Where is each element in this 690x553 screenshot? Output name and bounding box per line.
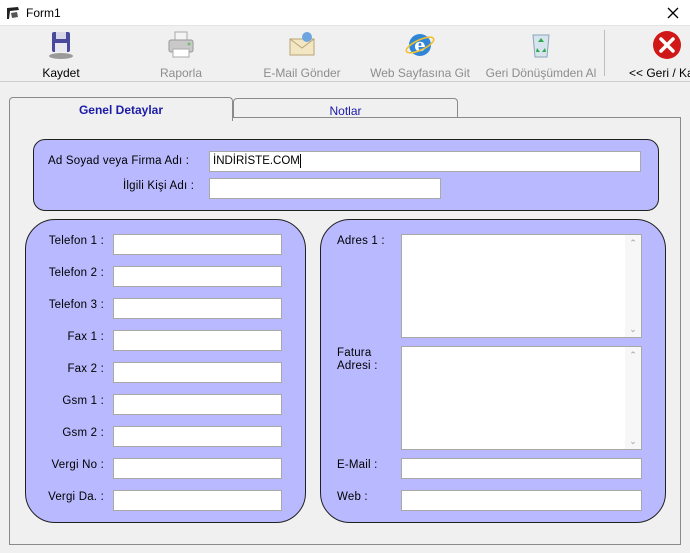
gsm1-label: Gsm 1 : bbox=[62, 395, 104, 407]
recycle-bin-icon bbox=[532, 34, 550, 58]
gsm1-field[interactable] bbox=[113, 394, 282, 415]
gsm2-field[interactable] bbox=[113, 426, 282, 447]
phone2-field[interactable] bbox=[113, 266, 282, 287]
address1-label: Adres 1 : bbox=[337, 235, 385, 247]
fax1-label: Fax 1 : bbox=[67, 331, 104, 343]
billing-address-textarea[interactable]: ⌃ ⌄ bbox=[401, 346, 642, 450]
save-button[interactable]: Kaydet bbox=[36, 28, 86, 82]
go-to-website-label: Web Sayfasına Git bbox=[370, 66, 470, 80]
toolbar: Kaydet Raporla E-Mail Gönder e Web Sayfa… bbox=[0, 26, 690, 82]
report-label: Raporla bbox=[159, 66, 203, 80]
text-cursor bbox=[299, 153, 301, 168]
billing-address-label-line2: Adresi : bbox=[337, 360, 378, 372]
report-button[interactable]: Raporla bbox=[156, 28, 206, 82]
printer-icon bbox=[168, 31, 194, 58]
tax-number-label: Vergi No : bbox=[51, 459, 104, 471]
back-cancel-button[interactable]: << Geri / Ka bbox=[626, 28, 690, 82]
name-field[interactable]: İNDİRİSTE.COM bbox=[209, 151, 641, 172]
phone2-label: Telefon 2 : bbox=[48, 267, 104, 279]
billing-address-scrollbar[interactable]: ⌃ ⌄ bbox=[625, 347, 641, 449]
tab-strip: Genel Detaylar Notlar bbox=[0, 82, 690, 121]
save-label: Kaydet bbox=[42, 66, 80, 80]
send-email-label: E-Mail Gönder bbox=[263, 66, 341, 80]
fax2-label: Fax 2 : bbox=[67, 363, 104, 375]
web-label: Web : bbox=[337, 491, 368, 503]
toolbar-separator bbox=[604, 30, 605, 76]
scroll-up-icon[interactable]: ⌃ bbox=[625, 347, 641, 363]
tax-number-field[interactable] bbox=[113, 458, 282, 479]
gsm2-label: Gsm 2 : bbox=[62, 427, 104, 439]
tab-general-details[interactable]: Genel Detaylar bbox=[9, 97, 233, 121]
restore-from-recycle-button[interactable]: Geri Dönüşümden Al bbox=[482, 28, 600, 82]
fax2-field[interactable] bbox=[113, 362, 282, 383]
cancel-icon bbox=[653, 31, 681, 59]
back-cancel-label: << Geri / Ka bbox=[629, 66, 690, 80]
tab-notes-label: Notlar bbox=[329, 104, 362, 118]
contact-person-field[interactable] bbox=[209, 178, 441, 199]
send-email-button[interactable]: E-Mail Gönder bbox=[260, 28, 344, 82]
email-label: E-Mail : bbox=[337, 459, 378, 471]
phone1-label: Telefon 1 : bbox=[48, 235, 104, 247]
window-title: Form1 bbox=[26, 6, 61, 20]
envelope-icon bbox=[289, 32, 315, 56]
scroll-down-icon[interactable]: ⌄ bbox=[625, 433, 641, 449]
go-to-website-button[interactable]: e Web Sayfasına Git bbox=[370, 28, 470, 82]
scroll-up-icon[interactable]: ⌃ bbox=[625, 235, 641, 251]
fax1-field[interactable] bbox=[113, 330, 282, 351]
address1-scrollbar[interactable]: ⌃ ⌄ bbox=[625, 235, 641, 337]
tab-general-details-label: Genel Detaylar bbox=[78, 103, 164, 117]
phone3-field[interactable] bbox=[113, 298, 282, 319]
tax-office-field[interactable] bbox=[113, 490, 282, 511]
name-group bbox=[33, 139, 659, 211]
floppy-disk-icon bbox=[49, 32, 73, 59]
phone1-field[interactable] bbox=[113, 234, 282, 255]
window-close-button[interactable] bbox=[656, 0, 690, 26]
close-icon bbox=[667, 7, 679, 19]
tax-office-label: Vergi Da. : bbox=[48, 491, 104, 503]
title-bar: Form1 bbox=[0, 0, 690, 26]
scroll-down-icon[interactable]: ⌄ bbox=[625, 321, 641, 337]
name-label: Ad Soyad veya Firma Adı : bbox=[48, 155, 190, 167]
email-field[interactable] bbox=[401, 458, 642, 479]
contact-person-label: İlgili Kişi Adı : bbox=[123, 180, 195, 192]
address1-textarea[interactable]: ⌃ ⌄ bbox=[401, 234, 642, 338]
app-icon bbox=[7, 7, 19, 19]
internet-explorer-icon: e bbox=[405, 34, 435, 56]
web-field[interactable] bbox=[401, 490, 642, 511]
phone3-label: Telefon 3 : bbox=[48, 299, 104, 311]
billing-address-label-line1: Fatura bbox=[337, 347, 372, 359]
restore-from-recycle-label: Geri Dönüşümden Al bbox=[485, 66, 597, 80]
name-value: İNDİRİSTE.COM bbox=[213, 155, 300, 167]
